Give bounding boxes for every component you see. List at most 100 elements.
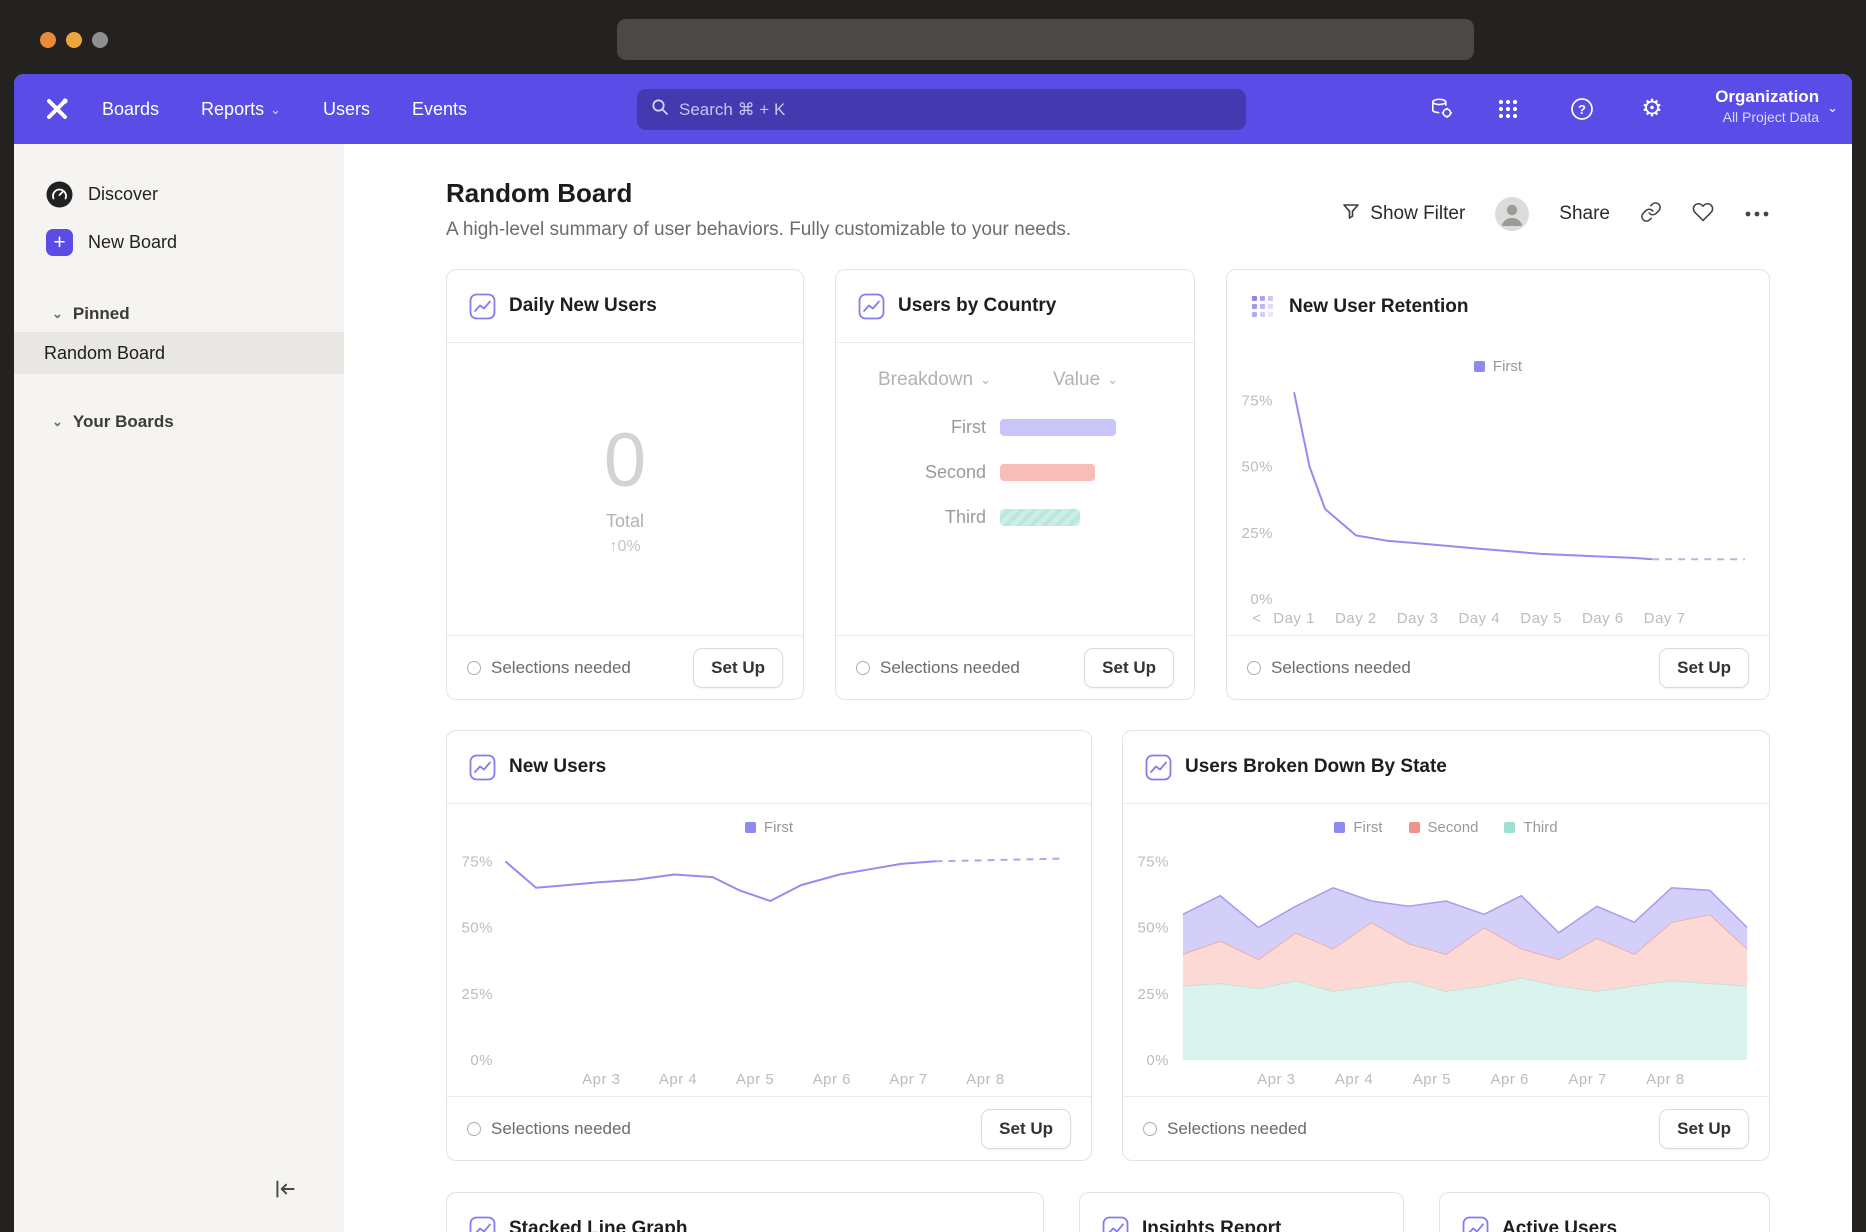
svg-text:Apr 3: Apr 3: [1257, 1071, 1295, 1088]
svg-text:Day 6: Day 6: [1582, 610, 1624, 627]
line-chart-icon: [1102, 1216, 1129, 1232]
status-text: Selections needed: [491, 1119, 631, 1139]
nav-item-users[interactable]: Users: [323, 99, 370, 120]
breakdown-dropdown[interactable]: Breakdown ⌄: [878, 369, 991, 391]
svg-text:Apr 7: Apr 7: [889, 1071, 927, 1088]
copy-link-icon[interactable]: [1640, 201, 1662, 228]
status-circle-icon: [467, 661, 481, 675]
chart-legend: First: [1227, 355, 1769, 377]
nav-item-boards[interactable]: Boards: [102, 99, 159, 120]
svg-text:Apr 4: Apr 4: [659, 1071, 697, 1088]
app-window: Boards Reports ⌄ Users Events: [14, 74, 1852, 1232]
line-chart-icon: [469, 293, 496, 320]
chevron-down-icon: ⌄: [1827, 100, 1838, 116]
mixpanel-logo[interactable]: [42, 94, 72, 124]
stacked-area-chart: 0%25%50%75%Apr 3Apr 4Apr 5Apr 6Apr 7Apr …: [1123, 838, 1769, 1090]
chevron-down-icon: ⌄: [270, 102, 281, 118]
sidebar-collapse-icon[interactable]: [272, 1178, 300, 1202]
svg-text:0%: 0%: [1146, 1052, 1169, 1069]
sidebar: Discover + New Board ⌄ Pinned Random Boa…: [14, 144, 344, 1232]
sidebar-new-board-button[interactable]: + New Board: [14, 218, 344, 266]
sidebar-section-your-boards[interactable]: ⌄ Your Boards: [14, 404, 344, 440]
data-management-icon[interactable]: [1428, 95, 1456, 123]
card-active-users: Active Users: [1439, 1192, 1770, 1232]
svg-text:25%: 25%: [1137, 986, 1169, 1003]
svg-text:0%: 0%: [1250, 591, 1273, 608]
org-switcher[interactable]: Organization All Project Data ⌄: [1715, 86, 1838, 126]
svg-text:Day 5: Day 5: [1520, 610, 1562, 627]
set-up-button[interactable]: Set Up: [981, 1109, 1071, 1149]
skeleton-bar: [1000, 419, 1116, 436]
search-input[interactable]: [679, 100, 1232, 120]
global-search[interactable]: [637, 89, 1246, 130]
favorite-heart-icon[interactable]: [1692, 201, 1714, 228]
show-filter-button[interactable]: Show Filter: [1341, 201, 1465, 227]
help-icon[interactable]: ?: [1568, 95, 1596, 123]
svg-text:75%: 75%: [1137, 853, 1169, 870]
sidebar-item-random-board[interactable]: Random Board: [14, 332, 344, 374]
chevron-down-icon: ⌄: [980, 372, 991, 388]
svg-text:Day 2: Day 2: [1335, 610, 1377, 627]
svg-text:Apr 8: Apr 8: [966, 1071, 1004, 1088]
apps-grid-icon[interactable]: [1494, 95, 1522, 123]
metric-value: 0: [604, 423, 646, 499]
browser-url-bar[interactable]: [617, 19, 1474, 60]
svg-text:Apr 6: Apr 6: [813, 1071, 851, 1088]
legend-swatch: [1474, 361, 1485, 372]
chevron-down-icon: ⌄: [52, 414, 63, 430]
svg-text:Day 1: Day 1: [1273, 610, 1315, 627]
svg-text:25%: 25%: [1241, 525, 1273, 542]
svg-text:50%: 50%: [1137, 920, 1169, 937]
nav-item-reports[interactable]: Reports ⌄: [201, 99, 281, 120]
svg-text:Apr 6: Apr 6: [1491, 1071, 1529, 1088]
card-daily-new-users: Daily New Users 0 Total ↑0% Selections n…: [446, 269, 804, 700]
chart-legend: First Second Third: [1123, 816, 1769, 838]
sidebar-section-pinned[interactable]: ⌄ Pinned: [14, 296, 344, 332]
value-dropdown[interactable]: Value ⌄: [1053, 369, 1118, 391]
board-main: Random Board A high-level summary of use…: [344, 144, 1852, 1232]
status-circle-icon: [1247, 661, 1261, 675]
set-up-button[interactable]: Set Up: [693, 648, 783, 688]
skeleton-bar: [1000, 464, 1095, 481]
status-circle-icon: [856, 661, 870, 675]
legend-swatch: [1334, 822, 1345, 833]
svg-text:0%: 0%: [470, 1052, 493, 1069]
chevron-down-icon: ⌄: [1107, 372, 1118, 388]
avatar[interactable]: [1495, 197, 1529, 231]
svg-text:50%: 50%: [1241, 459, 1273, 476]
set-up-button[interactable]: Set Up: [1659, 648, 1749, 688]
window-minimize-button[interactable]: [66, 32, 82, 48]
status-circle-icon: [1143, 1122, 1157, 1136]
legend-swatch: [1409, 822, 1420, 833]
page-subtitle: A high-level summary of user behaviors. …: [446, 219, 1071, 241]
legend-swatch: [745, 822, 756, 833]
status-text: Selections needed: [1167, 1119, 1307, 1139]
status-circle-icon: [467, 1122, 481, 1136]
svg-text:Apr 5: Apr 5: [1413, 1071, 1451, 1088]
svg-text:75%: 75%: [1241, 392, 1273, 409]
svg-text:Apr 8: Apr 8: [1646, 1071, 1684, 1088]
share-button[interactable]: Share: [1559, 203, 1610, 225]
svg-text:Apr 3: Apr 3: [582, 1071, 620, 1088]
page-title: Random Board: [446, 178, 1071, 209]
status-text: Selections needed: [880, 658, 1020, 678]
card-title: Users Broken Down By State: [1185, 756, 1447, 778]
window-zoom-button[interactable]: [92, 32, 108, 48]
set-up-button[interactable]: Set Up: [1084, 648, 1174, 688]
retention-grid-icon: [1249, 293, 1276, 320]
window-close-button[interactable]: [40, 32, 56, 48]
settings-gear-icon[interactable]: ⚙: [1638, 95, 1666, 123]
set-up-button[interactable]: Set Up: [1659, 1109, 1749, 1149]
nav-item-events[interactable]: Events: [412, 99, 467, 120]
skeleton-bar-striped: [1000, 509, 1080, 526]
svg-text:Apr 5: Apr 5: [736, 1071, 774, 1088]
svg-text:75%: 75%: [461, 853, 493, 870]
card-new-users: New Users First 0%25%50%75%Apr 3Apr 4Apr…: [446, 730, 1092, 1161]
sidebar-item-discover[interactable]: Discover: [14, 170, 344, 218]
plus-icon: +: [46, 229, 73, 256]
card-users-by-country: Users by Country Breakdown ⌄ Value ⌄: [835, 269, 1195, 700]
svg-text:25%: 25%: [461, 986, 493, 1003]
more-menu-icon[interactable]: [1744, 205, 1770, 223]
org-name: Organization: [1715, 86, 1819, 108]
card-title: Users by Country: [898, 295, 1056, 317]
